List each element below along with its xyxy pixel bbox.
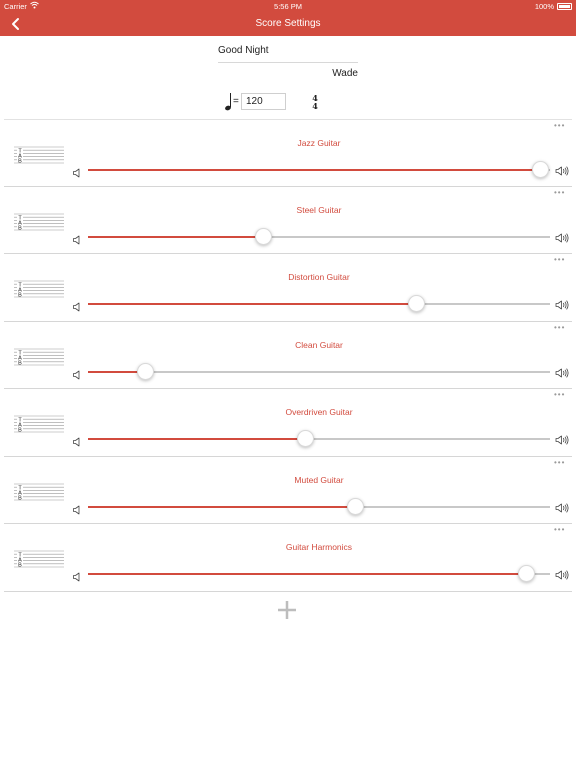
track-list: ••• T A B Jazz Guitar ••• T A B Steel Gu… (4, 119, 572, 592)
track-row: ••• T A B Muted Guitar (4, 457, 572, 524)
speaker-high-icon (555, 231, 569, 243)
track-name[interactable]: Distortion Guitar (88, 272, 550, 282)
time-signature[interactable]: 4 4 (310, 92, 320, 112)
svg-text:B: B (18, 158, 22, 164)
speaker-low-icon (72, 502, 82, 514)
more-icon[interactable]: ••• (554, 391, 568, 399)
speaker-high-icon (555, 568, 569, 580)
svg-text:B: B (18, 225, 22, 231)
more-icon[interactable]: ••• (554, 458, 568, 466)
equals-sign: = (233, 96, 239, 107)
battery-icon (557, 3, 572, 10)
more-icon[interactable]: ••• (554, 526, 568, 534)
speaker-low-icon (72, 299, 82, 312)
volume-slider[interactable] (88, 430, 550, 447)
volume-slider-thumb[interactable] (532, 161, 550, 178)
svg-text:B: B (18, 562, 22, 568)
track-name[interactable]: Guitar Harmonics (88, 542, 550, 552)
more-icon[interactable]: ••• (554, 323, 568, 331)
volume-slider-thumb[interactable] (255, 227, 273, 245)
more-icon[interactable]: ••• (554, 256, 568, 264)
tab-staff-icon: T A B (14, 415, 64, 433)
volume-slider-fill (88, 169, 541, 171)
volume-slider[interactable] (88, 227, 550, 245)
speaker-high-icon (555, 366, 569, 378)
volume-slider[interactable] (88, 362, 550, 380)
track-row: ••• T A B Distortion Guitar (4, 254, 572, 322)
volume-slider-fill (88, 573, 527, 575)
svg-text:B: B (18, 360, 22, 366)
volume-slider-fill (88, 303, 417, 305)
page-title: Score Settings (255, 18, 321, 29)
svg-text:B: B (18, 495, 22, 501)
time-signature-denominator: 4 (312, 101, 318, 111)
speaker-low-icon (72, 569, 82, 582)
svg-text:B: B (18, 427, 22, 433)
track-row: ••• T A B Overdriven Guitar (4, 389, 572, 457)
speaker-high-icon (555, 433, 569, 445)
track-row: ••• T A B Guitar Harmonics (4, 524, 572, 592)
volume-slider[interactable] (88, 497, 550, 515)
more-icon[interactable]: ••• (554, 188, 568, 196)
volume-slider-fill (88, 235, 264, 238)
plus-icon[interactable] (276, 599, 298, 621)
tab-staff-icon: T A B (14, 213, 64, 231)
score-title-field[interactable]: Good Night (218, 42, 358, 63)
track-name[interactable]: Jazz Guitar (88, 138, 550, 148)
volume-slider[interactable] (88, 565, 550, 582)
track-row: ••• T A B Clean Guitar (4, 322, 572, 389)
speaker-low-icon (72, 165, 82, 178)
speaker-high-icon (555, 164, 569, 176)
more-icon[interactable]: ••• (554, 122, 568, 130)
tempo-input[interactable]: 120 (241, 93, 286, 110)
volume-slider-thumb[interactable] (296, 430, 314, 447)
status-bar: Carrier 5:56 PM 100% (0, 0, 576, 12)
volume-slider-fill (88, 505, 356, 508)
volume-slider[interactable] (88, 295, 550, 312)
speaker-high-icon (555, 298, 569, 310)
clock: 5:56 PM (274, 2, 302, 11)
tab-staff-icon: T A B (14, 550, 64, 568)
volume-slider-thumb[interactable] (518, 565, 536, 582)
volume-slider-thumb[interactable] (347, 497, 365, 515)
volume-slider-fill (88, 438, 306, 440)
speaker-low-icon (72, 367, 82, 379)
track-name[interactable]: Steel Guitar (88, 205, 550, 215)
volume-slider[interactable] (88, 161, 550, 178)
speaker-low-icon (72, 232, 82, 244)
battery-percent: 100% (534, 2, 554, 11)
track-name[interactable]: Muted Guitar (88, 475, 550, 485)
track-row: ••• T A B Jazz Guitar (4, 119, 572, 187)
speaker-high-icon (555, 501, 569, 513)
svg-text:B: B (18, 292, 22, 298)
tab-staff-icon: T A B (14, 348, 64, 366)
tab-staff-icon: T A B (14, 280, 64, 298)
track-row: ••• T A B Steel Guitar (4, 187, 572, 254)
volume-slider-thumb[interactable] (137, 362, 155, 380)
tab-staff-icon: T A B (14, 483, 64, 501)
track-name[interactable]: Overdriven Guitar (88, 407, 550, 417)
speaker-low-icon (72, 434, 82, 447)
track-name[interactable]: Clean Guitar (88, 340, 550, 350)
tab-staff-icon: T A B (14, 146, 64, 164)
nav-bar: Score Settings (0, 12, 576, 36)
volume-slider-thumb[interactable] (407, 295, 425, 312)
score-author-field[interactable]: Wade (218, 68, 358, 79)
